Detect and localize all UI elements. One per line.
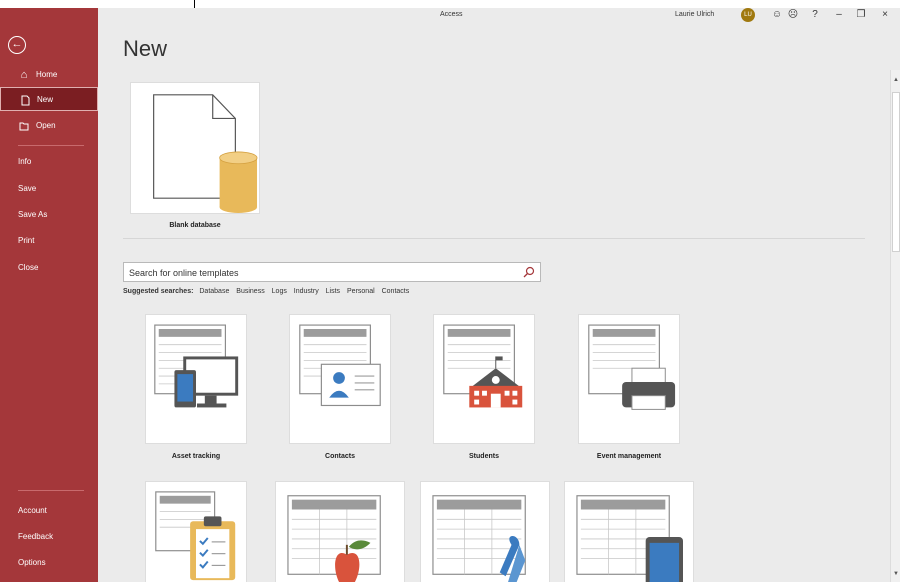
sidebar-item-info[interactable]: Info bbox=[0, 150, 98, 174]
sidebar-item-label: New bbox=[37, 95, 54, 104]
sidebar-item-feedback[interactable]: Feedback bbox=[0, 525, 98, 549]
restore-button[interactable]: ❐ bbox=[854, 8, 868, 22]
access-backstage-window: ← ⌂ Home New Open Info Save Save As Prin… bbox=[0, 8, 900, 582]
smile-feedback-icon[interactable]: ☺ bbox=[770, 8, 784, 22]
sidebar-item-label: Home bbox=[36, 70, 58, 79]
sidebar-item-open[interactable]: Open bbox=[0, 114, 98, 138]
sidebar-item-home[interactable]: ⌂ Home bbox=[0, 63, 98, 87]
sidebar-item-label: Options bbox=[18, 558, 46, 567]
apple-icon bbox=[287, 495, 381, 582]
sidebar-item-account[interactable]: Account bbox=[0, 499, 98, 523]
blank-database-icon bbox=[153, 94, 258, 213]
close-window-button[interactable]: × bbox=[878, 8, 892, 22]
template-tile[interactable] bbox=[564, 481, 694, 582]
template-tile-event-management[interactable] bbox=[578, 314, 680, 444]
sidebar-item-label: Info bbox=[18, 157, 32, 166]
template-search-input[interactable] bbox=[129, 266, 509, 279]
scroll-up-arrow[interactable]: ▲ bbox=[892, 76, 900, 84]
school-icon bbox=[443, 324, 523, 408]
suggested-search-link[interactable]: Industry bbox=[294, 288, 319, 295]
laptop-phone-icon bbox=[154, 324, 239, 408]
template-label: Asset tracking bbox=[171, 453, 221, 460]
tablet-icon bbox=[576, 495, 683, 582]
suggested-searches: Suggested searches: Database Business Lo… bbox=[123, 288, 414, 295]
suggested-search-link[interactable]: Business bbox=[236, 288, 264, 295]
section-divider bbox=[123, 238, 865, 239]
minimize-button[interactable]: – bbox=[832, 8, 846, 22]
sidebar-divider bbox=[18, 490, 84, 491]
vertical-scrollbar[interactable]: ▲ ▼ bbox=[890, 70, 900, 582]
blank-database-label: Blank database bbox=[169, 222, 221, 229]
sidebar-divider bbox=[18, 145, 84, 146]
template-label: Students bbox=[469, 453, 499, 460]
template-tile-students[interactable] bbox=[433, 314, 535, 444]
sidebar-item-label: Open bbox=[36, 121, 56, 130]
suggested-search-link[interactable]: Logs bbox=[272, 288, 287, 295]
template-tile[interactable] bbox=[420, 481, 550, 582]
sidebar-item-print[interactable]: Print bbox=[0, 229, 98, 253]
sidebar-item-close[interactable]: Close bbox=[0, 256, 98, 280]
suggested-searches-label: Suggested searches: bbox=[123, 288, 194, 295]
template-tile-contacts[interactable] bbox=[289, 314, 391, 444]
sidebar-item-save[interactable]: Save bbox=[0, 177, 98, 201]
sidebar-item-label: Print bbox=[18, 236, 35, 245]
sidebar-item-options[interactable]: Options bbox=[0, 551, 98, 575]
blank-database-tile[interactable] bbox=[130, 82, 260, 214]
scroll-thumb[interactable] bbox=[892, 92, 900, 252]
suggested-search-link[interactable]: Personal bbox=[347, 288, 375, 295]
template-tile-asset-tracking[interactable] bbox=[145, 314, 247, 444]
scroll-down-arrow[interactable]: ▼ bbox=[892, 570, 900, 578]
sidebar-item-label: Close bbox=[18, 263, 39, 272]
template-search-box bbox=[123, 262, 541, 282]
search-icon[interactable] bbox=[522, 265, 536, 279]
title-bar: Access Laurie Ulrich LU ☺ ☹ ? – ❐ × bbox=[98, 8, 900, 26]
sidebar-item-label: Save As bbox=[18, 210, 48, 219]
page-title: New bbox=[123, 36, 168, 61]
suggested-search-link[interactable]: Lists bbox=[326, 288, 340, 295]
printer-icon bbox=[588, 324, 676, 410]
frown-feedback-icon[interactable]: ☹ bbox=[786, 8, 800, 22]
sidebar-item-new[interactable]: New bbox=[0, 87, 98, 111]
template-label: Event management bbox=[596, 453, 662, 460]
clipboard-checklist-icon bbox=[155, 491, 236, 581]
sidebar-item-save-as[interactable]: Save As bbox=[0, 203, 98, 227]
sidebar-item-label: Account bbox=[18, 506, 47, 515]
template-label: Contacts bbox=[325, 453, 355, 460]
help-button[interactable]: ? bbox=[808, 8, 822, 22]
backstage-sidebar: ← ⌂ Home New Open Info Save Save As Prin… bbox=[0, 8, 98, 582]
sidebar-item-label: Feedback bbox=[18, 532, 54, 541]
back-arrow-button[interactable]: ← bbox=[8, 36, 26, 54]
folder-open-icon bbox=[18, 114, 30, 138]
suggested-search-link[interactable]: Contacts bbox=[382, 288, 410, 295]
contact-card-icon bbox=[299, 324, 381, 407]
new-document-icon bbox=[19, 88, 31, 112]
ribbon-icon bbox=[432, 495, 526, 582]
home-icon: ⌂ bbox=[20, 69, 28, 81]
user-name[interactable]: Laurie Ulrich bbox=[675, 11, 714, 18]
app-title: Access bbox=[440, 11, 463, 18]
template-tile[interactable] bbox=[145, 481, 247, 582]
avatar[interactable]: LU bbox=[741, 8, 755, 22]
suggested-search-link[interactable]: Database bbox=[199, 288, 229, 295]
template-tile[interactable] bbox=[275, 481, 405, 582]
sidebar-item-label: Save bbox=[18, 184, 37, 193]
